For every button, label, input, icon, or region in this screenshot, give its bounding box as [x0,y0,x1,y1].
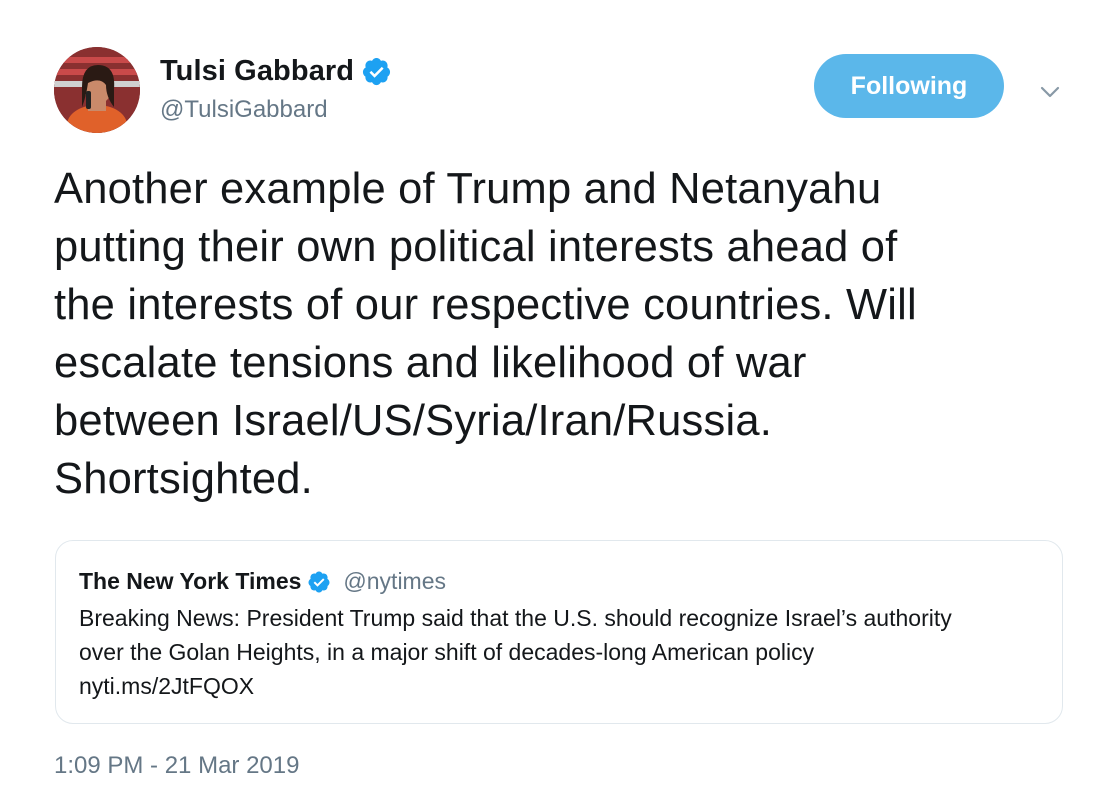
quoted-tweet-text: Breaking News: President Trump said that… [79,601,1049,703]
quoted-link[interactable]: nyti.ms/2JtFQOX [79,669,1049,703]
author-name-row: Tulsi Gabbard [160,52,392,90]
tweet-text: Another example of Trump and Netanyahu p… [54,160,1064,508]
chevron-down-icon[interactable] [1036,78,1064,106]
avatar[interactable] [54,47,140,133]
tweet-text-line: putting their own political interests ah… [54,223,898,271]
tweet-text-line: Shortsighted. [54,455,313,503]
quoted-text-line: over the Golan Heights, in a major shift… [79,639,815,665]
quoted-author-name: The New York Times [79,568,302,594]
quoted-tweet-header: The New York Times @nytimes [79,568,446,595]
author-name[interactable]: Tulsi Gabbard [160,55,354,88]
tweet-timestamp[interactable]: 1:09 PM - 21 Mar 2019 [54,752,299,780]
tweet-text-line: escalate tensions and likelihood of war [54,339,807,387]
tweet-text-line: between Israel/US/Syria/Iran/Russia. [54,397,773,445]
verified-badge-icon [361,56,392,87]
quoted-tweet-card[interactable]: The New York Times @nytimes Breaking New… [55,540,1063,724]
verified-badge-icon [307,570,331,594]
tweet-text-line: Another example of Trump and Netanyahu [54,165,882,213]
quoted-text-line: Breaking News: President Trump said that… [79,605,952,631]
following-button[interactable]: Following [814,54,1004,118]
author-handle[interactable]: @TulsiGabbard [160,96,392,124]
author-block: Tulsi Gabbard @TulsiGabbard [160,52,392,124]
tweet-text-line: the interests of our respective countrie… [54,281,917,329]
quoted-author-handle: @nytimes [343,568,447,594]
